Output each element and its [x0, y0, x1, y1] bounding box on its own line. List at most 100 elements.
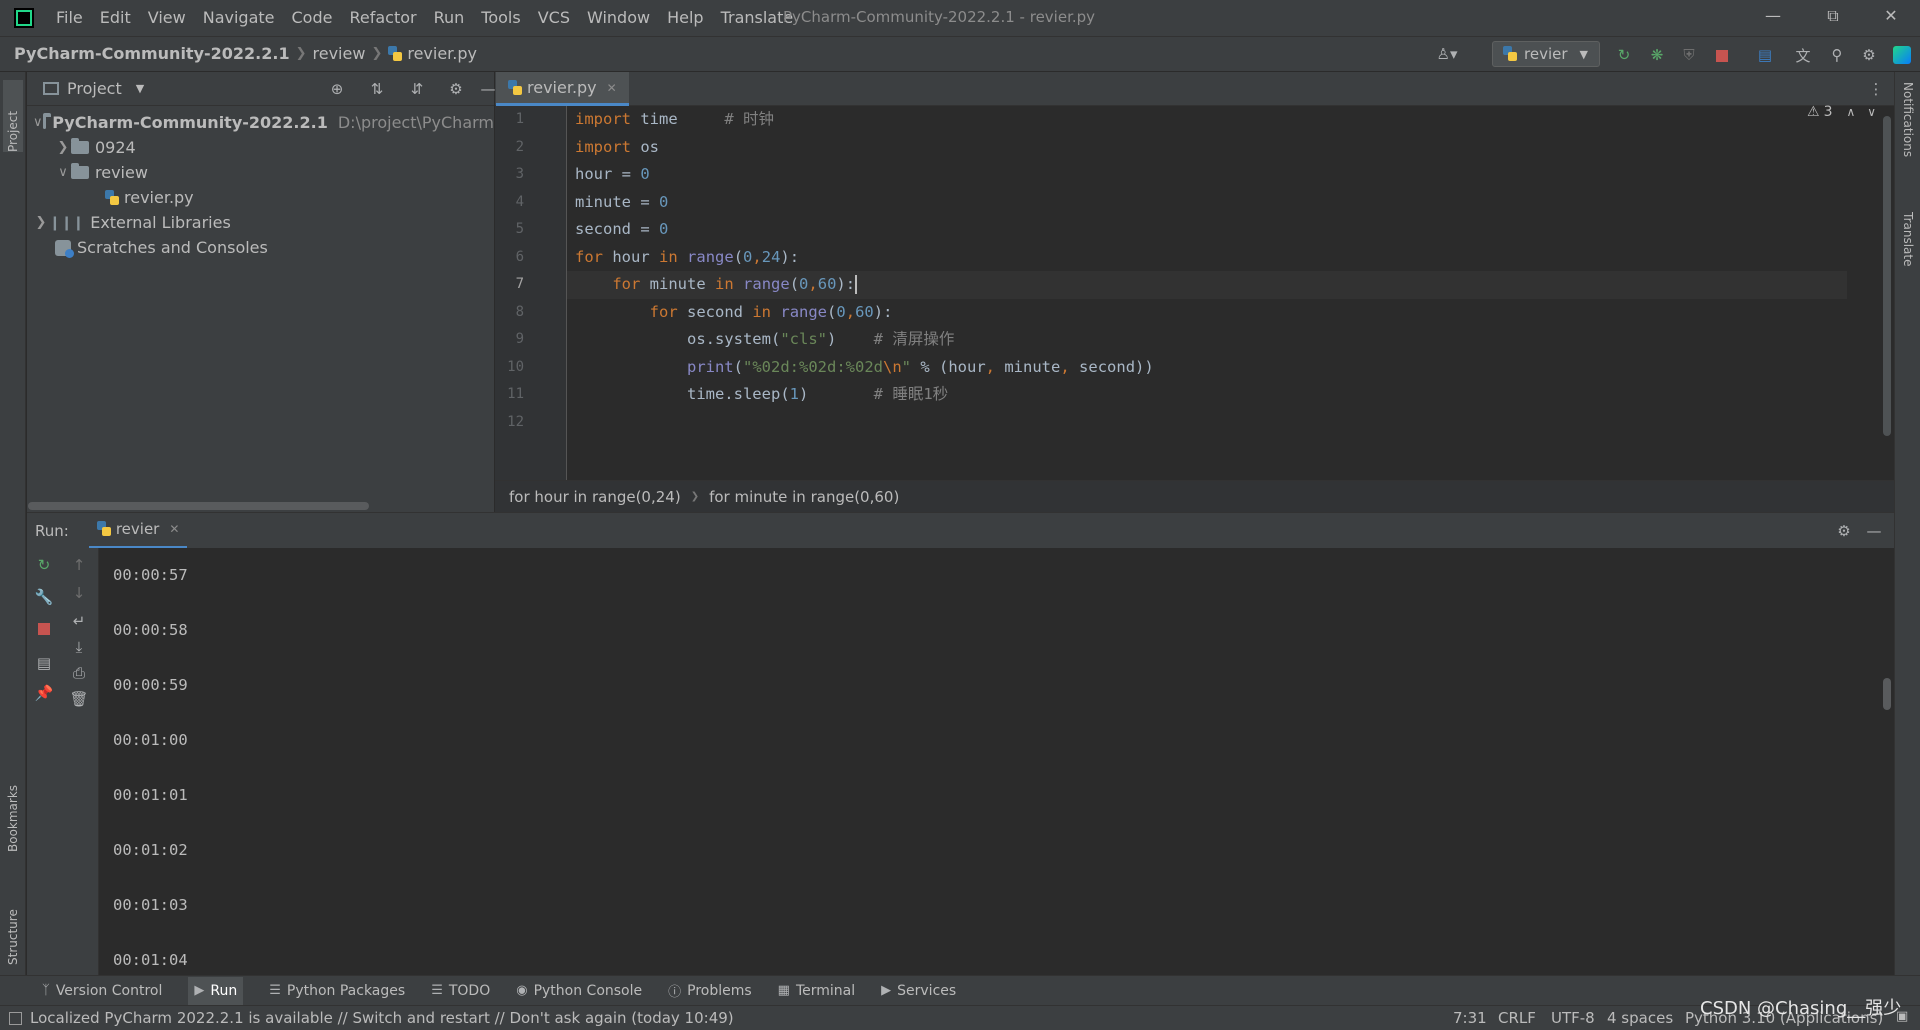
bookmarks-tool-button[interactable]: Bookmarks — [3, 762, 23, 852]
tool-version-control[interactable]: ᛉ Version Control — [42, 983, 162, 999]
menu-navigate[interactable]: Navigate — [203, 8, 275, 27]
right-tool-strip: Notifications Translate — [1894, 72, 1920, 975]
console-output[interactable]: 00:00:57 00:00:58 00:00:59 00:01:00 … — [113, 548, 1813, 988]
editor-vertical-scrollbar[interactable] — [1883, 116, 1891, 436]
scratches-icon — [55, 240, 71, 256]
breadcrumb-folder[interactable]: review — [313, 44, 366, 63]
scroll-to-end-icon[interactable]: ⤓ — [68, 636, 90, 658]
chevron-down-icon[interactable]: ▼ — [136, 82, 144, 95]
locate-file-icon[interactable]: ⊕ — [326, 78, 348, 100]
menu-code[interactable]: Code — [292, 8, 333, 27]
tree-item-scratches[interactable]: Scratches and Consoles — [27, 235, 494, 260]
tool-services[interactable]: ▶ Services — [881, 983, 956, 999]
pin-icon[interactable]: 📌 — [33, 682, 55, 704]
project-horizontal-scrollbar[interactable] — [28, 502, 369, 510]
menu-window[interactable]: Window — [587, 8, 650, 27]
chevron-down-icon[interactable]: ∨ — [33, 115, 43, 130]
restore-button[interactable]: ⧉ — [1822, 6, 1844, 28]
tool-python-console[interactable]: ◉ Python Console — [516, 983, 642, 999]
structure-tool-button[interactable]: Structure — [3, 880, 23, 965]
editor-breadcrumb-item[interactable]: for hour in range(0,24) — [509, 488, 681, 506]
close-icon[interactable]: ✕ — [607, 81, 617, 95]
previous-highlight-icon[interactable]: ∧ — [1846, 105, 1855, 119]
chevron-down-icon[interactable]: ∨ — [55, 165, 71, 180]
tool-terminal[interactable]: ▦ Terminal — [778, 983, 855, 999]
menu-run[interactable]: Run — [434, 8, 465, 27]
editor-breadcrumb-item[interactable]: for minute in range(0,60) — [709, 488, 899, 506]
toggle-tool-windows-icon[interactable] — [9, 1012, 22, 1025]
run-tab-revier[interactable]: revier ✕ — [89, 513, 188, 549]
inspection-widget[interactable]: ⚠ 3 ∧ ∨ — [1807, 92, 1876, 132]
indent-setting[interactable]: 4 spaces — [1607, 1009, 1673, 1027]
gear-icon[interactable]: ⚙ — [445, 78, 467, 100]
gear-icon[interactable]: ⚙ — [1858, 44, 1880, 66]
search-icon[interactable]: ⚲ — [1826, 44, 1848, 66]
chevron-right-icon[interactable]: ❯ — [33, 215, 49, 230]
menu-file[interactable]: File — [56, 8, 83, 27]
breadcrumb-file[interactable]: revier.py — [407, 44, 477, 63]
scroll-down-icon[interactable]: ↓ — [68, 582, 90, 604]
stop-icon[interactable] — [1716, 50, 1728, 62]
menu-tools[interactable]: Tools — [481, 8, 520, 27]
line-separator[interactable]: CRLF — [1498, 1009, 1536, 1027]
rerun-icon[interactable]: ↻ — [1613, 44, 1635, 66]
tool-run[interactable]: ▶ Run — [188, 977, 243, 1005]
tree-item-external-libraries[interactable]: ❯ ❙❙❙ External Libraries — [27, 210, 494, 235]
project-view-selector[interactable]: Project — [67, 79, 122, 98]
notifications-tool-button[interactable]: Notifications — [1898, 82, 1918, 192]
minimize-button[interactable]: — — [1762, 6, 1784, 28]
menu-help[interactable]: Help — [667, 8, 703, 27]
wrench-icon[interactable]: 🔧 — [33, 586, 55, 608]
file-encoding[interactable]: UTF-8 — [1551, 1009, 1595, 1027]
menu-vcs[interactable]: VCS — [538, 8, 570, 27]
hide-panel-icon[interactable]: — — [1863, 520, 1885, 542]
tree-item-folder-review[interactable]: ∨ review — [27, 160, 494, 185]
scroll-up-icon[interactable]: ↑ — [68, 554, 90, 576]
close-button[interactable]: ✕ — [1880, 6, 1902, 28]
code-line: import time # 时钟 — [575, 106, 1775, 134]
chevron-down-icon: ▼ — [1580, 48, 1588, 61]
menu-edit[interactable]: Edit — [100, 8, 131, 27]
run-panel: ↻ 🔧 ▤ 📌 ↑ ↓ ↵ ⤓ ⎙ 🗑 00:00:57 00:00:58 … — [27, 548, 1894, 975]
code-editor[interactable]: 1 2 3 4 5 6 7 8 9 10 11 12 import time #… — [495, 106, 1894, 480]
soft-wrap-icon[interactable]: ↵ — [68, 610, 90, 632]
tab-revier-py[interactable]: revier.py ✕ — [496, 72, 629, 106]
next-highlight-icon[interactable]: ∨ — [1867, 105, 1876, 119]
trash-icon[interactable]: 🗑 — [68, 688, 90, 710]
menu-refactor[interactable]: Refactor — [349, 8, 416, 27]
rerun-icon[interactable]: ↻ — [33, 554, 55, 576]
code-line: hour = 0 — [575, 161, 1775, 189]
tool-todo[interactable]: ☰ TODO — [431, 983, 490, 999]
line-number: 2 — [495, 134, 566, 162]
tree-item-file-revier[interactable]: revier.py — [27, 185, 494, 210]
collapse-all-icon[interactable]: ⇵ — [406, 78, 428, 100]
expand-all-icon[interactable]: ⇅ — [366, 78, 388, 100]
breadcrumb-project[interactable]: PyCharm-Community-2022.2.1 — [14, 44, 290, 63]
user-icon[interactable]: ♙▾ — [1436, 43, 1458, 65]
project-tool-button[interactable]: Project — [3, 80, 23, 152]
translate-icon[interactable]: ▤ — [1754, 44, 1776, 66]
print-icon[interactable]: ⎙ — [68, 662, 90, 684]
tree-item-root[interactable]: ∨ PyCharm-Community-2022.2.1 D:\project\… — [27, 110, 494, 135]
tool-problems[interactable]: ⓘ Problems — [668, 981, 752, 1000]
status-message[interactable]: Localized PyCharm 2022.2.1 is available … — [30, 1009, 734, 1027]
translate-tool-label: Translate — [1901, 212, 1915, 312]
caret-position[interactable]: 7:31 — [1453, 1009, 1487, 1027]
tree-item-folder-0924[interactable]: ❯ 0924 — [27, 135, 494, 160]
translate-tool-button[interactable]: Translate — [1898, 212, 1918, 312]
jetbrains-icon[interactable] — [1893, 46, 1911, 64]
close-icon[interactable]: ✕ — [169, 522, 179, 536]
menu-view[interactable]: View — [148, 8, 186, 27]
line-number-gutter: 1 2 3 4 5 6 7 8 9 10 11 12 — [495, 106, 567, 480]
chevron-right-icon[interactable]: ❯ — [55, 140, 71, 155]
run-config-selector[interactable]: revier ▼ — [1492, 41, 1600, 67]
tool-python-packages[interactable]: ☰ Python Packages — [269, 983, 405, 999]
coverage-icon[interactable]: ⛨ — [1678, 44, 1700, 66]
stop-icon[interactable] — [38, 623, 50, 635]
run-tab-label: revier — [116, 520, 160, 538]
console-vertical-scrollbar[interactable] — [1883, 678, 1891, 710]
layout-icon[interactable]: ▤ — [33, 652, 55, 674]
gear-icon[interactable]: ⚙ — [1833, 520, 1855, 542]
debug-icon[interactable]: ❋ — [1646, 44, 1668, 66]
language-icon[interactable]: 文 — [1792, 44, 1814, 66]
